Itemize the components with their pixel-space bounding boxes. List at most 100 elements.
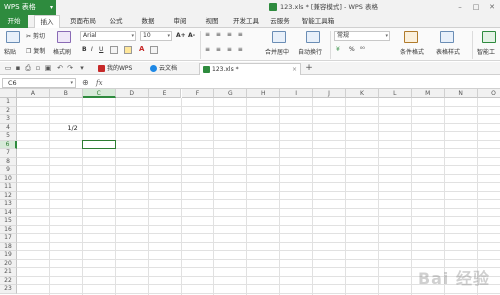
menu-tab-smart-tools[interactable]: 智能工具箱 (300, 15, 336, 28)
table-style-icon[interactable] (440, 31, 454, 43)
undo-icon[interactable]: ↶ (56, 64, 64, 72)
row-header-20[interactable]: 20 (0, 259, 17, 268)
table-style-button[interactable]: 表格样式 (436, 47, 460, 56)
menu-tab-page-layout[interactable]: 页面布局 (68, 15, 98, 28)
column-header-j[interactable]: J (313, 89, 346, 98)
name-box[interactable]: C6 ▾ (2, 78, 76, 88)
menu-tab-data[interactable]: 数据 (138, 15, 158, 28)
select-all-corner[interactable] (0, 89, 17, 98)
close-icon[interactable]: ✕ (484, 0, 500, 15)
minimize-icon[interactable]: – (452, 0, 468, 15)
column-header-a[interactable]: A (17, 89, 50, 98)
percent-button[interactable]: % (349, 46, 355, 53)
row-header-7[interactable]: 7 (0, 149, 17, 158)
clear-format-icon[interactable] (150, 46, 158, 54)
menu-tab-insert[interactable]: 插入 (34, 15, 60, 28)
currency-button[interactable]: ¥ (336, 46, 340, 53)
underline-button[interactable]: U (99, 46, 103, 53)
close-tab-icon[interactable]: × (292, 64, 297, 75)
font-size-select[interactable]: 10 ▾ (140, 31, 172, 41)
row-header-19[interactable]: 19 (0, 251, 17, 260)
redo-icon[interactable]: ↷ (66, 64, 74, 72)
column-header-m[interactable]: M (411, 89, 445, 98)
font-color-icon[interactable]: A (139, 45, 144, 53)
bold-button[interactable]: B (82, 46, 87, 53)
italic-button[interactable]: I (91, 46, 93, 53)
save-icon[interactable]: ▪ (14, 64, 22, 72)
column-header-b[interactable]: B (49, 89, 83, 98)
new-tab-button[interactable]: + (305, 64, 313, 73)
wrap-text-button[interactable]: 自动换行 (298, 47, 322, 56)
formula-input[interactable] (108, 78, 498, 88)
paste-button[interactable]: 粘贴 (4, 47, 16, 56)
menu-tab-cloud[interactable]: 云服务 (268, 15, 292, 28)
row-header-23[interactable]: 23 (0, 285, 17, 294)
row-header-8[interactable]: 8 (0, 157, 17, 166)
row-header-18[interactable]: 18 (0, 242, 17, 251)
border-icon[interactable] (110, 46, 118, 54)
row-header-14[interactable]: 14 (0, 208, 17, 217)
align-top-icons[interactable]: ≡ ≡ ≡ ≡ (205, 31, 245, 38)
row-header-15[interactable]: 15 (0, 217, 17, 226)
open-folder-icon[interactable]: ▭ (4, 64, 12, 72)
menu-tab-formula[interactable]: 公式 (106, 15, 126, 28)
cell-b4[interactable]: 1/2 (50, 124, 77, 132)
number-format-select[interactable]: 常规 ▾ (334, 31, 390, 41)
column-header-k[interactable]: K (346, 89, 379, 98)
tab-cloud-docs[interactable]: 云文档 (147, 63, 193, 75)
row-header-3[interactable]: 3 (0, 115, 17, 124)
menu-tab-developer[interactable]: 开发工具 (230, 15, 262, 28)
row-header-22[interactable]: 22 (0, 276, 17, 285)
row-header-9[interactable]: 9 (0, 166, 17, 175)
cut-button[interactable]: ✂ 剪切 (26, 31, 45, 40)
row-header-11[interactable]: 11 (0, 183, 17, 192)
decrease-font-button[interactable]: A- (188, 32, 195, 39)
menu-tab-view[interactable]: 视图 (202, 15, 222, 28)
insert-function-button[interactable]: fx (96, 77, 103, 89)
column-header-d[interactable]: D (115, 89, 149, 98)
chevron-down-icon[interactable]: ▾ (78, 64, 86, 72)
column-header-e[interactable]: E (148, 89, 182, 98)
column-header-c[interactable]: C (82, 89, 116, 98)
merge-center-button[interactable]: 合并居中 (265, 47, 289, 56)
app-menu-button[interactable]: WPS 表格 ▾ (0, 0, 56, 15)
maximize-icon[interactable]: □ (468, 0, 484, 15)
row-header-16[interactable]: 16 (0, 225, 17, 234)
wrap-text-icon[interactable] (306, 31, 320, 43)
smart-toolbox-icon[interactable] (482, 31, 496, 43)
tab-123-xls[interactable]: 123.xls * × (199, 63, 301, 75)
print-preview-icon[interactable]: ▫ (34, 64, 42, 72)
row-header-12[interactable]: 12 (0, 191, 17, 200)
active-cell-selection[interactable] (81, 139, 116, 149)
print-icon[interactable]: ⎙ (24, 64, 32, 72)
align-left-icons[interactable]: ≡ ≡ ≡ ≡ (205, 46, 245, 53)
tab-my-wps[interactable]: 我的WPS (95, 63, 145, 75)
row-header-17[interactable]: 17 (0, 234, 17, 243)
smart-toolbox-button[interactable]: 智能工 (477, 47, 495, 56)
column-header-f[interactable]: F (181, 89, 215, 98)
conditional-format-icon[interactable] (404, 31, 418, 43)
row-header-10[interactable]: 10 (0, 174, 17, 183)
row-header-5[interactable]: 5 (0, 132, 17, 141)
zoom-icon[interactable]: ⊕ (82, 77, 89, 89)
row-header-21[interactable]: 21 (0, 268, 17, 277)
merge-center-icon[interactable] (272, 31, 286, 43)
row-header-4[interactable]: 4 (0, 123, 17, 132)
column-header-n[interactable]: N (444, 89, 478, 98)
format-painter-icon[interactable] (57, 31, 71, 43)
row-header-13[interactable]: 13 (0, 200, 17, 209)
row-header-6[interactable]: 6 (0, 140, 17, 149)
column-header-i[interactable]: I (280, 89, 314, 98)
font-family-select[interactable]: Arial ▾ (80, 31, 136, 41)
increase-font-button[interactable]: A+ (176, 32, 186, 39)
row-header-2[interactable]: 2 (0, 106, 17, 115)
format-painter-button[interactable]: 格式刷 (53, 47, 71, 56)
column-header-h[interactable]: H (247, 89, 281, 98)
column-header-l[interactable]: L (378, 89, 412, 98)
menu-tab-review[interactable]: 审阅 (170, 15, 190, 28)
row-header-1[interactable]: 1 (0, 98, 17, 107)
copy-button[interactable]: ❐ 复制 (26, 46, 45, 55)
menu-tab-home[interactable]: 开始 (0, 15, 28, 28)
thousands-icon[interactable]: ⁰⁰ (360, 46, 365, 53)
fill-color-icon[interactable] (124, 46, 132, 54)
